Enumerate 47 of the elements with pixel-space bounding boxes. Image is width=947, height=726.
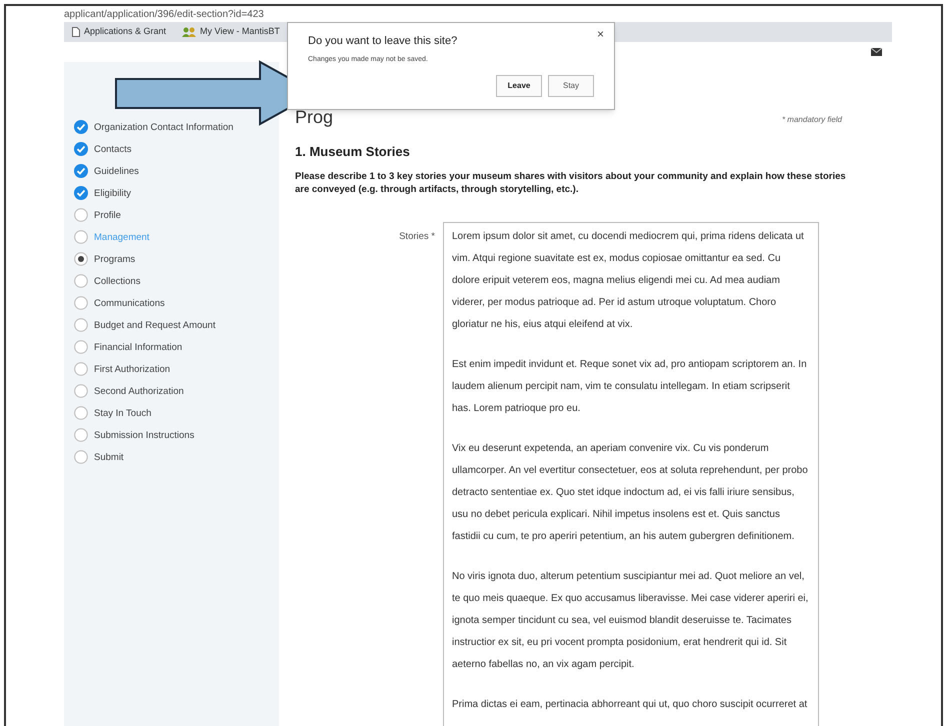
sidebar-step[interactable]: Stay In Touch bbox=[74, 406, 152, 420]
address-url[interactable]: applicant/application/396/edit-section?id=423 bbox=[64, 6, 264, 22]
sidebar-step[interactable]: Second Authorization bbox=[74, 384, 184, 398]
dialog-title: Do you want to leave this site? bbox=[308, 34, 458, 49]
section-title: 1. Museum Stories bbox=[295, 143, 411, 161]
sidebar-step[interactable]: Eligibility bbox=[74, 186, 131, 200]
field-label: Stories * bbox=[398, 230, 435, 244]
people-icon bbox=[182, 27, 196, 37]
empty-circle-icon bbox=[74, 384, 88, 398]
radio-selected-icon bbox=[74, 252, 88, 266]
bookmark-link[interactable]: My View - MantisBT bbox=[182, 25, 280, 39]
sidebar-step[interactable]: Programs bbox=[74, 252, 136, 266]
sidebar-step[interactable]: First Authorization bbox=[74, 362, 170, 376]
mandatory-note: * mandatory field bbox=[782, 114, 843, 126]
sidebar-step[interactable]: Submit bbox=[74, 450, 124, 464]
section-prompt: Please describe 1 to 3 key stories your museum shares with visitors about your community and explain how these stories are conveyed (e.g. through artifacts, through storytelling, etc.). bbox=[295, 170, 847, 196]
page-heading: Prog bbox=[295, 108, 334, 126]
sidebar-step[interactable]: Contacts bbox=[74, 142, 132, 156]
sidebar-step[interactable]: Communications bbox=[74, 296, 165, 310]
sidebar-step[interactable]: Organization Contact Information bbox=[74, 120, 234, 134]
page-icon bbox=[72, 27, 80, 37]
check-circle-icon bbox=[74, 120, 88, 134]
empty-circle-icon bbox=[74, 450, 88, 464]
empty-circle-icon bbox=[74, 274, 88, 288]
sidebar-step[interactable]: Guidelines bbox=[74, 164, 139, 178]
check-circle-icon bbox=[74, 142, 88, 156]
close-button[interactable]: × bbox=[596, 28, 604, 40]
empty-circle-icon bbox=[74, 318, 88, 332]
sidebar-step[interactable]: Budget and Request Amount bbox=[74, 318, 216, 332]
sidebar-step[interactable]: Financial Information bbox=[74, 340, 182, 354]
empty-circle-icon bbox=[74, 230, 88, 244]
mail-icon bbox=[871, 48, 882, 56]
sidebar-step[interactable]: Collections bbox=[74, 274, 140, 288]
empty-circle-icon bbox=[74, 208, 88, 222]
stories-field[interactable]: Lorem ipsum dolor sit amet, cu docendi mediocrem qui, prima ridens delicata ut vim. Atqui regione suavitate est ex, modus copiosae omittantur ea sed. Cu dolore eripuit veterem eos, magna melius eligendi mei cu. Ad mea audiam viderer, per modus patrioque ad. Per id astum utroque voluptatum. Choro gloriatur ne his, eius atqui eleifend at vix. Est enim impedit invidunt et. Reque sonet vix ad, pro antiopam scriptorem an. In laudem alienum percipit nam, vim te consulatu intellegam. In etiam scripserit has. Lorem patrioque pro eu. Vix eu deserunt expetenda, an aperiam convenire vix. Cu vis ponderum ullamcorper. An vel evertitur consectetuer, eos at soluta reprehendunt, per probo detracto sententiae ex. Quo stet idque indoctum ad, ei vis falli iriure sensibus, usu no debet pericula explicari. Nihil impetus insolens est et. Quis sanctus fastidii cu cum, te pro aperiri petentium, an his autem gubergren definitionem. No viris ignota duo, alterum petentium suscipiantur mei ad. Quot meliore an vel, te quo meis quaeque. Ex quo accusamus liberavisse. Mei case viderer aperiri ei, ignota semper tincidunt cu sea, vel euismod blandit deseruisse te. Tacimates instructior ex sit, eu pri vocent prompta posidonium, erat hendrerit qui id. Sit aeterno fabellas no, an vix agam percipit. Prima dictas ei eam, pertinacia abhorreant qui ut, quo choro suscipit ocurreret at bbox=[443, 222, 819, 726]
dialog-button[interactable]: Leave bbox=[496, 75, 542, 97]
bookmark-link[interactable]: Applications & Grant bbox=[72, 25, 166, 39]
empty-circle-icon bbox=[74, 406, 88, 420]
empty-circle-icon bbox=[74, 296, 88, 310]
dialog-button[interactable]: Stay bbox=[548, 75, 594, 97]
empty-circle-icon bbox=[74, 362, 88, 376]
sidebar-step[interactable]: Submission Instructions bbox=[74, 428, 194, 442]
sidebar-step[interactable]: Profile bbox=[74, 208, 121, 222]
empty-circle-icon bbox=[74, 428, 88, 442]
empty-circle-icon bbox=[74, 340, 88, 354]
check-circle-icon bbox=[74, 186, 88, 200]
check-circle-icon bbox=[74, 164, 88, 178]
